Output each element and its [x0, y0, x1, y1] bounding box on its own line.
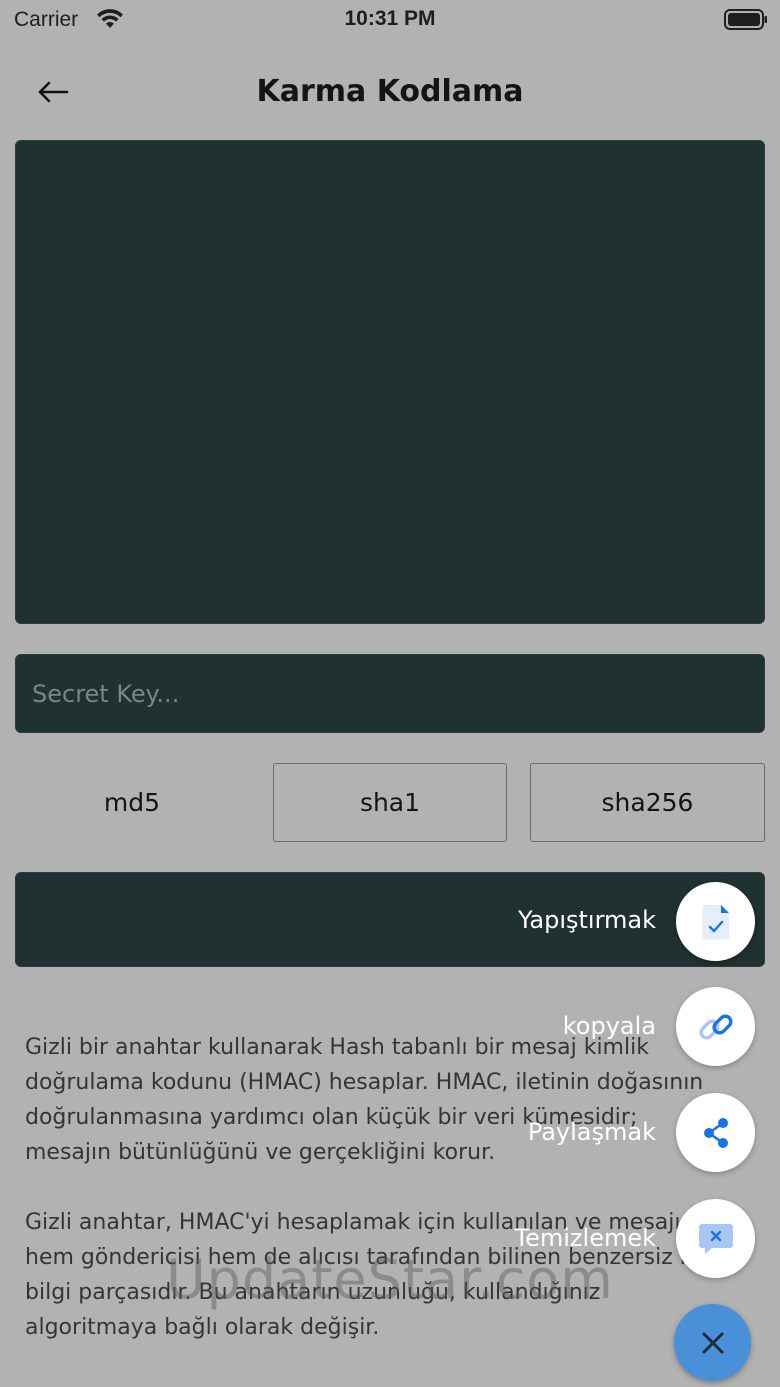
fab-copy-label: kopyala: [562, 1012, 656, 1040]
share-icon: [703, 1117, 728, 1148]
fab-share-button[interactable]: [676, 1093, 755, 1172]
status-bar: Carrier 10:31 PM: [0, 0, 780, 40]
fab-copy-button[interactable]: [676, 987, 755, 1066]
algo-sha256-button[interactable]: sha256: [530, 763, 765, 842]
close-icon: [702, 1332, 723, 1353]
paste-icon: [702, 904, 729, 939]
text-input-area[interactable]: [15, 140, 765, 624]
battery-icon: [724, 9, 767, 30]
algo-sha1-button[interactable]: sha1: [273, 763, 507, 842]
app-bar: Karma Kodlama: [0, 52, 780, 132]
fab-share-label: Paylaşmak: [527, 1118, 656, 1146]
fab-clear-button[interactable]: [676, 1199, 755, 1278]
secret-key-input[interactable]: [16, 655, 764, 732]
fab-close-button[interactable]: [674, 1304, 751, 1381]
fab-paste-label: Yapıştırmak: [518, 906, 656, 934]
algo-md5-button[interactable]: md5: [15, 763, 249, 842]
secret-key-field[interactable]: [15, 654, 765, 733]
watermark: UpdateStar.com: [166, 1248, 614, 1311]
clear-chat-icon: [698, 1223, 733, 1254]
page-title: Karma Kodlama: [256, 74, 524, 109]
fab-paste-button[interactable]: [676, 882, 755, 961]
status-time: 10:31 PM: [344, 7, 436, 30]
link-icon: [698, 1013, 733, 1040]
fab-clear-label: Temizlemek: [514, 1224, 656, 1252]
description: Gizli bir anahtar kullanarak Hash tabanl…: [25, 1030, 715, 1380]
algorithm-selector: md5 sha1 sha256: [15, 763, 765, 842]
description-paragraph-1: Gizli bir anahtar kullanarak Hash tabanl…: [25, 1035, 704, 1165]
